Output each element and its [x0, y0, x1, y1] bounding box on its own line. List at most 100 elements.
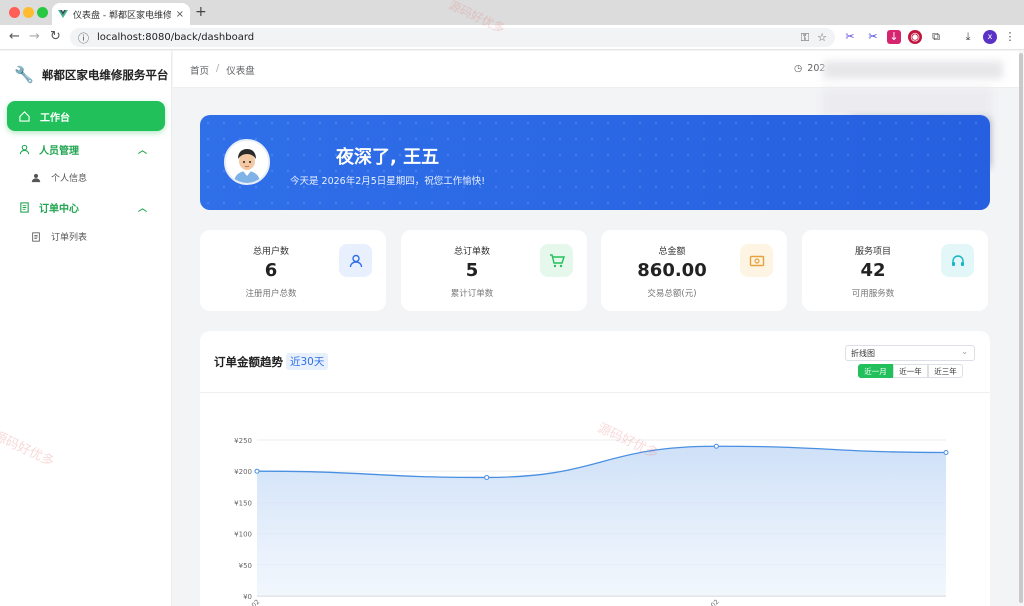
browser-tab-bar: 仪表盘 - 郸都区家电维修服务平 × +: [0, 0, 1024, 25]
stat-card-orders: 总订单数 5 累计订单数: [401, 230, 587, 311]
top-header: 首页 / 仪表盘 ◷ 202: [173, 51, 1019, 88]
user-icon: [19, 144, 30, 155]
stat-value: 42: [860, 260, 886, 281]
y-tick-label: ¥150: [234, 499, 252, 507]
sidebar-item-label: 工作台: [40, 112, 70, 124]
downloads-icon[interactable]: ⤓: [961, 30, 975, 44]
sidebar-item-order-list[interactable]: 订单列表: [31, 230, 87, 243]
stat-title: 总订单数: [453, 247, 490, 257]
scrollbar-thumb[interactable]: [1019, 53, 1023, 603]
data-point: [713, 443, 719, 449]
bookmark-star-icon[interactable]: ☆: [817, 31, 827, 44]
money-icon: [740, 244, 773, 277]
breadcrumb-home[interactable]: 首页: [190, 63, 209, 77]
stat-subtitle: 注册用户总数: [245, 289, 297, 299]
cart-icon: [540, 244, 573, 277]
stat-subtitle: 可用服务数: [851, 289, 895, 299]
headset-icon: [941, 244, 974, 277]
app-logo: 🔧 郸都区家电维修服务平台: [14, 65, 168, 84]
key-icon[interactable]: ⚿: [801, 31, 809, 45]
home-icon: [19, 110, 30, 122]
profile-avatar-icon[interactable]: x: [983, 30, 997, 44]
list-document-icon: [32, 231, 40, 242]
extension-red-icon[interactable]: ◉: [908, 30, 922, 44]
maximize-window-button[interactable]: [37, 7, 48, 18]
order-amount-trend-panel: 订单金额趋势 近30天 折线图 ⌄ 近一月 近一年 近三年 ¥0 ¥50 ¥100 ¥…: [200, 331, 990, 606]
range-month-button[interactable]: 近一月: [858, 364, 893, 378]
breadcrumb: 首页 / 仪表盘: [190, 63, 255, 77]
address-bar-row: ← → ↻ ⓘ localhost:8080/back/dashboard ⚿ …: [0, 25, 1024, 50]
chevron-up-icon: ︿: [137, 146, 147, 156]
app-title: 郸都区家电维修服务平台: [41, 67, 169, 82]
person-icon: [31, 173, 41, 182]
data-point: [254, 468, 260, 474]
reload-icon[interactable]: ↻: [50, 29, 61, 44]
range-year-button[interactable]: 近一年: [893, 364, 928, 378]
stat-card-users: 总用户数 6 注册用户总数: [200, 230, 386, 311]
url-text[interactable]: localhost:8080/back/dashboard: [97, 32, 793, 43]
breadcrumb-current: 仪表盘: [226, 66, 255, 77]
data-point: [943, 449, 949, 455]
sidebar-group-personnel[interactable]: 人员管理 ︿: [19, 142, 147, 157]
welcome-banner: 夜深了, 王五 今天是 2026年2月5日星期四，祝您工作愉快!: [200, 115, 990, 210]
minimize-window-button[interactable]: [23, 7, 34, 18]
site-info-icon[interactable]: ⓘ: [78, 30, 89, 46]
forward-icon[interactable]: →: [29, 29, 40, 44]
extension-cut-icon[interactable]: ✂: [866, 30, 880, 44]
vue-logo-icon: [58, 10, 68, 18]
sidebar-item-profile[interactable]: 个人信息: [31, 171, 87, 184]
blurred-overlay: [822, 88, 992, 118]
chevron-up-icon: ︿: [137, 204, 147, 214]
chevron-down-icon: ⌄: [961, 347, 968, 356]
browser-tab[interactable]: 仪表盘 - 郸都区家电维修服务平 ×: [52, 3, 190, 25]
y-tick-label: ¥50: [239, 562, 252, 570]
stat-title: 总用户数: [252, 247, 289, 257]
sidebar-group-label: 人员管理: [39, 146, 79, 157]
sidebar-group-orders[interactable]: 订单中心 ︿: [19, 200, 147, 215]
stat-value: 860.00: [637, 260, 707, 281]
stat-card-amount: 总金额 860.00 交易总额(元): [601, 230, 787, 311]
stat-subtitle: 累计订单数: [450, 289, 494, 299]
sidebar-group-label: 订单中心: [39, 204, 79, 215]
header-clock: ◷ 202: [794, 63, 825, 74]
tab-title: 仪表盘 - 郸都区家电维修服务平: [73, 10, 171, 21]
panel-title: 订单金额趋势: [214, 355, 283, 369]
new-tab-icon[interactable]: +: [195, 4, 207, 20]
document-icon: [20, 202, 29, 213]
stat-card-services: 服务项目 42 可用服务数: [802, 230, 988, 311]
user-avatar-illustration: [226, 141, 268, 183]
greeting-subtitle: 今天是 2026年2月5日星期四，祝您工作愉快!: [290, 176, 486, 187]
stat-title: 总金额: [658, 247, 686, 257]
user-icon: [339, 244, 372, 277]
chart-type-value: 折线图: [851, 349, 875, 358]
trend-chart: ¥0¥50¥100¥150¥200¥25002 02: [234, 437, 949, 606]
browser-menu-icon[interactable]: ⋮: [1003, 30, 1017, 44]
tab-close-icon[interactable]: ×: [176, 9, 184, 20]
period-badge: 近30天: [286, 353, 329, 370]
sidebar-item-label: 订单列表: [51, 233, 88, 243]
stat-value: 5: [465, 260, 479, 281]
extensions-puzzle-icon[interactable]: ⧉: [929, 30, 943, 44]
omnibox[interactable]: ⓘ localhost:8080/back/dashboard ⚿ ☆: [70, 28, 835, 47]
blurred-header-area: [823, 61, 1003, 79]
y-tick-label: ¥100: [234, 531, 252, 539]
sidebar: 🔧 郸都区家电维修服务平台 工作台 人员管理 ︿ 个人信息 订单中心 ︿ 订单列…: [0, 51, 172, 606]
extension-download-icon[interactable]: ↓: [887, 30, 901, 44]
sidebar-item-dashboard[interactable]: 工作台: [7, 101, 165, 131]
chart-type-select[interactable]: 折线图 ⌄: [845, 345, 975, 361]
stat-title: 服务项目: [854, 247, 891, 257]
avatar: [224, 139, 270, 185]
back-icon[interactable]: ←: [9, 29, 20, 44]
sidebar-item-label: 个人信息: [51, 174, 88, 184]
clock-icon: ◷: [794, 63, 803, 74]
stat-value: 6: [264, 260, 278, 281]
close-window-button[interactable]: [9, 7, 20, 18]
wrench-icon: 🔧: [14, 65, 34, 84]
y-tick-label: ¥250: [234, 437, 252, 445]
y-tick-label: ¥200: [234, 468, 252, 476]
extension-scissors-icon[interactable]: ✂: [843, 30, 857, 44]
x-tick-label: 02: [709, 598, 721, 606]
range-three-year-button[interactable]: 近三年: [928, 364, 963, 378]
stat-subtitle: 交易总额(元): [647, 289, 697, 299]
greeting-text: 夜深了, 王五: [336, 147, 440, 168]
